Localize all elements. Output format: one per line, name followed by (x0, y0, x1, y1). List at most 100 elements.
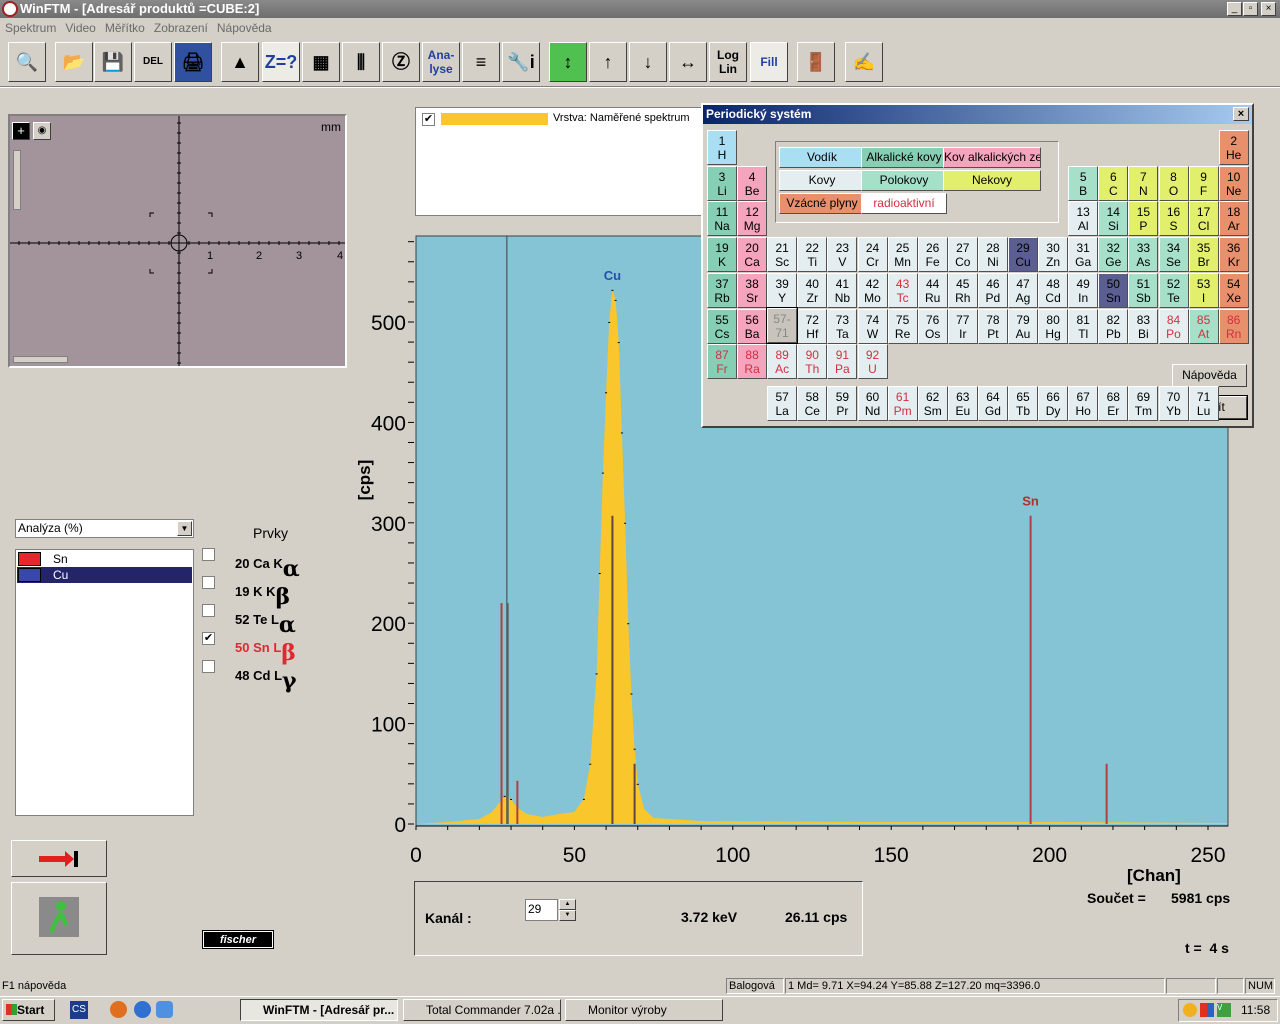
element-mn[interactable]: 25 Mn (887, 237, 918, 273)
video-view[interactable]: mm 1 2 3 4 + ◉ (8, 114, 347, 368)
element-p[interactable]: 15 P (1128, 201, 1159, 237)
settings-info-button[interactable]: 🔧i (502, 42, 540, 82)
category-vzacne[interactable]: Vzácné plyny (779, 193, 865, 214)
element-si[interactable]: 14 Si (1098, 201, 1129, 237)
layers-button[interactable]: ≡ (462, 42, 500, 82)
element-xe[interactable]: 54 Xe (1218, 272, 1249, 308)
channel-input[interactable]: 29 (525, 899, 558, 921)
element-ho[interactable]: 67 Ho (1068, 386, 1099, 421)
element-id-button[interactable]: Z=? (262, 42, 300, 82)
task-winftm[interactable]: WinFTM - [Adresář pr... (240, 999, 398, 1021)
calibrate-button[interactable]: Ⓩ (382, 42, 420, 82)
element-pr[interactable]: 59 Pr (827, 386, 858, 421)
element-pa[interactable]: 91 Pa (827, 344, 858, 380)
task-monitor-vyroby[interactable]: Monitor výroby (565, 999, 723, 1021)
element-in[interactable]: 49 In (1068, 272, 1099, 308)
print-button[interactable]: 🖨 (174, 42, 212, 82)
element-br[interactable]: 35 Br (1188, 237, 1219, 273)
channel-down-button[interactable]: ▼ (559, 910, 576, 921)
element-cl[interactable]: 17 Cl (1188, 201, 1219, 237)
channel-up-button[interactable]: ▲ (559, 899, 576, 910)
delete-button[interactable]: DEL (134, 42, 172, 82)
element-b[interactable]: 5B (1068, 165, 1099, 201)
element-cu[interactable]: 29 Cu (1008, 237, 1038, 273)
element-ta[interactable]: 73 Ta (827, 308, 858, 344)
element-ag[interactable]: 47 Ag (1008, 272, 1038, 308)
log-lin-button[interactable]: Log Lin (709, 42, 747, 82)
element-ru[interactable]: 44 Ru (917, 272, 948, 308)
element-fe[interactable]: 26 Fe (917, 237, 948, 273)
help-button[interactable]: Nápověda (1172, 364, 1247, 387)
element-cs[interactable]: 55 Cs (707, 308, 737, 344)
line-checkbox[interactable]: ✔ (202, 632, 215, 645)
horizontal-slider[interactable] (13, 356, 68, 363)
element-bi[interactable]: 83 Bi (1128, 308, 1159, 344)
element-ga[interactable]: 31 Ga (1068, 237, 1099, 273)
list-item[interactable]: Cu (17, 567, 192, 583)
element-cr[interactable]: 24 Cr (857, 237, 888, 273)
line-checkbox[interactable] (202, 660, 215, 673)
element-tc[interactable]: 43 Tc (887, 272, 918, 308)
element-mg[interactable]: 12 Mg (737, 201, 768, 237)
element-dy[interactable]: 66 Dy (1038, 386, 1069, 421)
element-se[interactable]: 34 Se (1158, 237, 1189, 273)
element-ca[interactable]: 20 Ca (737, 237, 768, 273)
element-sr[interactable]: 38 Sr (737, 272, 768, 308)
element-f[interactable]: 9F (1188, 165, 1219, 201)
element-as[interactable]: 33 As (1128, 237, 1159, 273)
analyse-button[interactable]: Ana- lyse (422, 42, 460, 82)
line-checkbox[interactable] (202, 576, 215, 589)
element-ne[interactable]: 10 Ne (1218, 165, 1249, 201)
menu-nápověda[interactable]: Nápověda (217, 21, 272, 35)
menu-zobrazení[interactable]: Zobrazení (154, 21, 208, 35)
element-la[interactable]: 57 La (767, 386, 798, 421)
zoom-button[interactable]: 🔍 (8, 42, 46, 82)
tray-icon[interactable]: V (1217, 1003, 1231, 1017)
dialog-close-icon[interactable]: × (1233, 107, 1249, 121)
open-button[interactable]: 📂 (55, 42, 93, 82)
element-kr[interactable]: 36 Kr (1218, 237, 1249, 273)
element-pm[interactable]: 61 Pm (887, 386, 918, 421)
start-button[interactable]: Start (2, 999, 55, 1021)
firefox-icon[interactable] (110, 1001, 127, 1018)
element-pt[interactable]: 78 Pt (977, 308, 1008, 344)
element-pd[interactable]: 46 Pd (977, 272, 1008, 308)
element-au[interactable]: 79 Au (1008, 308, 1038, 344)
element-u[interactable]: 92 U (857, 344, 888, 380)
element-mo[interactable]: 42 Mo (857, 272, 888, 308)
element-os[interactable]: 76 Os (917, 308, 948, 344)
task-total-commander[interactable]: Total Commander 7.02a ... (403, 999, 561, 1021)
category-vodik[interactable]: Vodík (779, 147, 865, 168)
category-nekovy[interactable]: Nekovy (943, 170, 1041, 191)
element-al[interactable]: 13 Al (1068, 201, 1099, 237)
element-po[interactable]: 84 Po (1158, 308, 1189, 344)
element-na[interactable]: 11 Na (707, 201, 737, 237)
outlook-express-icon[interactable] (156, 1001, 173, 1018)
element-ir[interactable]: 77 Ir (947, 308, 978, 344)
element-tl[interactable]: 81 Tl (1068, 308, 1099, 344)
element-re[interactable]: 75 Re (887, 308, 918, 344)
element-cd[interactable]: 48 Cd (1038, 272, 1069, 308)
element-rh[interactable]: 45 Rh (947, 272, 978, 308)
element-sn[interactable]: 50 Sn (1098, 272, 1129, 308)
save-button[interactable]: 💾 (94, 42, 132, 82)
element-li[interactable]: 3 Li (707, 165, 737, 201)
line-checkbox[interactable] (202, 604, 215, 617)
element-nb[interactable]: 41 Nb (827, 272, 858, 308)
list-item[interactable]: Sn (17, 551, 192, 567)
element-sb[interactable]: 51 Sb (1128, 272, 1159, 308)
element-lu[interactable]: 71 Lu (1188, 386, 1219, 421)
category-polokovy[interactable]: Polokovy (861, 170, 947, 191)
element-sm[interactable]: 62 Sm (917, 386, 948, 421)
element-ge[interactable]: 32 Ge (1098, 237, 1129, 273)
y-scale-button[interactable]: ↑ (589, 42, 627, 82)
element-te[interactable]: 52 Te (1158, 272, 1189, 308)
start-measurement-button[interactable] (11, 882, 107, 955)
element-th[interactable]: 90 Th (797, 344, 828, 380)
next-button[interactable] (11, 840, 107, 877)
vertical-slider[interactable] (13, 150, 21, 210)
restore-button[interactable]: ▫ (1243, 2, 1258, 16)
element-o[interactable]: 8O (1158, 165, 1189, 201)
menu-video[interactable]: Video (65, 21, 95, 35)
element-tm[interactable]: 69 Tm (1128, 386, 1159, 421)
